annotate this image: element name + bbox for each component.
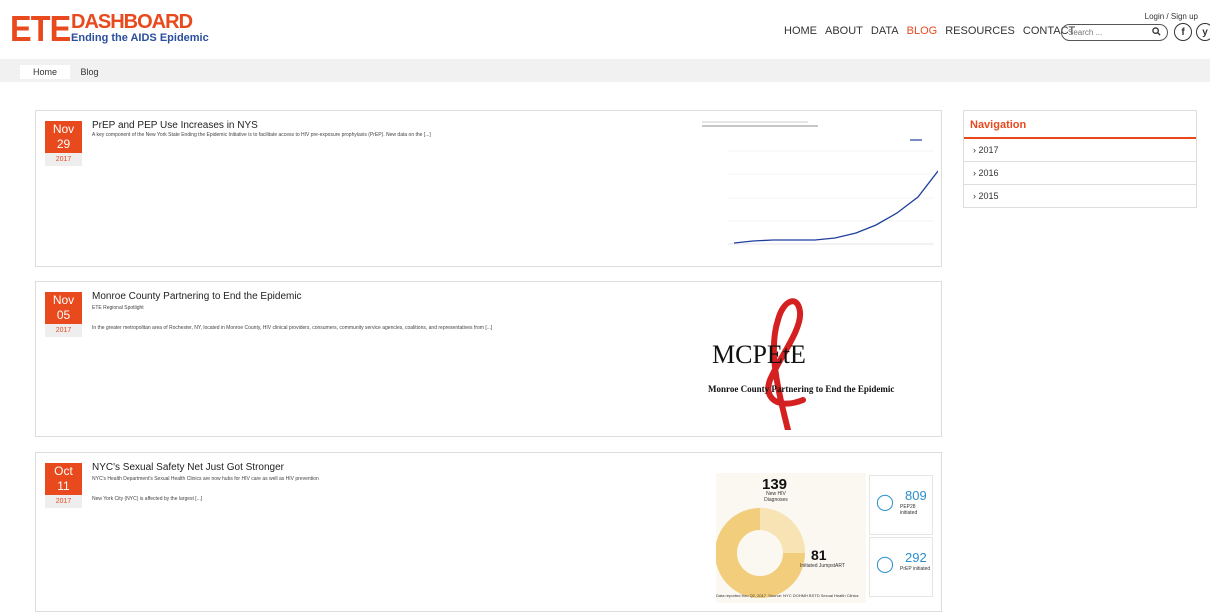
post-thumbnail-chart[interactable] — [698, 115, 939, 263]
facebook-icon[interactable]: f — [1174, 23, 1192, 41]
search-icon[interactable] — [1152, 27, 1161, 38]
post-card: Nov 05 2017 Monroe County Partnering to … — [35, 281, 942, 437]
twitter-icon[interactable]: y — [1196, 23, 1210, 41]
post-subtitle: NYC's Health Department's Sexual Health … — [92, 476, 319, 482]
mcpete-logo-text: MCPEtE — [712, 340, 806, 369]
breadcrumb: Home Blog — [0, 59, 1210, 82]
post-title[interactable]: PrEP and PEP Use Increases in NYS — [92, 120, 258, 131]
logo-text: DASHBOARD Ending the AIDS Epidemic — [71, 12, 209, 44]
stat-prep-label: PrEP initiated — [900, 566, 931, 572]
search-input[interactable] — [1068, 28, 1148, 37]
post-date: Nov 05 2017 — [45, 292, 82, 337]
post-year: 2017 — [45, 153, 82, 166]
post-thumbnail-stats[interactable]: 139 New HIV Diagnoses 81 Initiated Jumps… — [716, 473, 933, 603]
post-thumbnail-logo[interactable]: MCPEtE Monroe County Partnering to End t… — [708, 290, 948, 430]
sidebar-item-2016[interactable]: › 2016 — [964, 162, 1196, 185]
post-subtitle: ETE Regional Spotlight — [92, 305, 144, 311]
prep-stat-card: ◯ 292 PrEP initiated — [869, 537, 933, 597]
post-excerpt: New York City (NYC) is affected by the l… — [92, 496, 203, 502]
post-excerpt: A key component of the New York State En… — [92, 132, 431, 138]
sidebar-item-2015[interactable]: › 2015 — [964, 185, 1196, 207]
sidebar-item-2017[interactable]: › 2017 — [964, 139, 1196, 162]
breadcrumb-current: Blog — [80, 67, 99, 77]
stat-pep-label: PEP28 initiated — [900, 504, 918, 516]
site-logo[interactable]: ETE DASHBOARD Ending the AIDS Epidemic — [10, 8, 209, 49]
post-card: Nov 29 2017 PrEP and PEP Use Increases i… — [35, 110, 942, 267]
post-year: 2017 — [45, 495, 82, 508]
logo-subtitle: Ending the AIDS Epidemic — [71, 32, 209, 44]
post-day: 11 — [45, 479, 82, 495]
post-title[interactable]: NYC's Sexual Safety Net Just Got Stronge… — [92, 462, 284, 473]
thumbnail-line-chart — [698, 115, 939, 263]
stat-pep: 809 — [905, 488, 927, 503]
nav-resources[interactable]: RESOURCES — [945, 25, 1015, 37]
pep-stat-card: ◯ 809 PEP28 initiated — [869, 475, 933, 535]
login-link[interactable]: Login / Sign up — [1145, 12, 1198, 21]
main-nav: HOME ABOUT DATA BLOG RESOURCES CONTACT — [784, 25, 1083, 37]
post-date: Nov 29 2017 — [45, 121, 82, 166]
search-box — [1061, 24, 1168, 41]
nav-home[interactable]: HOME — [784, 25, 817, 37]
logo-dashboard: DASHBOARD — [71, 11, 193, 33]
post-card: Oct 11 2017 NYC's Sexual Safety Net Just… — [35, 452, 942, 612]
post-month: Nov — [45, 292, 82, 308]
sidebar-title: Navigation — [964, 111, 1196, 139]
post-title[interactable]: Monroe County Partnering to End the Epid… — [92, 291, 302, 302]
stat-footnote: Data reported thru Q2, 2017. Source: NYC… — [716, 593, 859, 598]
post-day: 05 — [45, 308, 82, 324]
nav-blog[interactable]: BLOG — [907, 25, 938, 37]
site-header: ETE DASHBOARD Ending the AIDS Epidemic L… — [0, 0, 1210, 56]
post-day: 29 — [45, 137, 82, 153]
breadcrumb-home[interactable]: Home — [20, 65, 71, 79]
sidebar-navigation: Navigation › 2017 › 2016 › 2015 — [963, 110, 1197, 208]
post-date: Oct 11 2017 — [45, 463, 82, 508]
stat-diagnoses-label: New HIV Diagnoses — [764, 491, 788, 503]
pill-icon: ◯ — [876, 556, 894, 573]
mcpete-logo-caption: Monroe County Partnering to End the Epid… — [708, 384, 895, 394]
post-month: Oct — [45, 463, 82, 479]
post-year: 2017 — [45, 324, 82, 337]
pill-icon: ◯ — [876, 494, 894, 511]
post-month: Nov — [45, 121, 82, 137]
stat-prep: 292 — [905, 550, 927, 565]
stat-initiated-label: Initiated JumpstART — [800, 563, 845, 569]
stat-initiated: 81 — [811, 547, 827, 563]
logo-ete: ETE — [10, 8, 71, 49]
nav-data[interactable]: DATA — [871, 25, 899, 37]
post-excerpt: In the greater metropolitan area of Roch… — [92, 325, 493, 331]
nav-about[interactable]: ABOUT — [825, 25, 863, 37]
